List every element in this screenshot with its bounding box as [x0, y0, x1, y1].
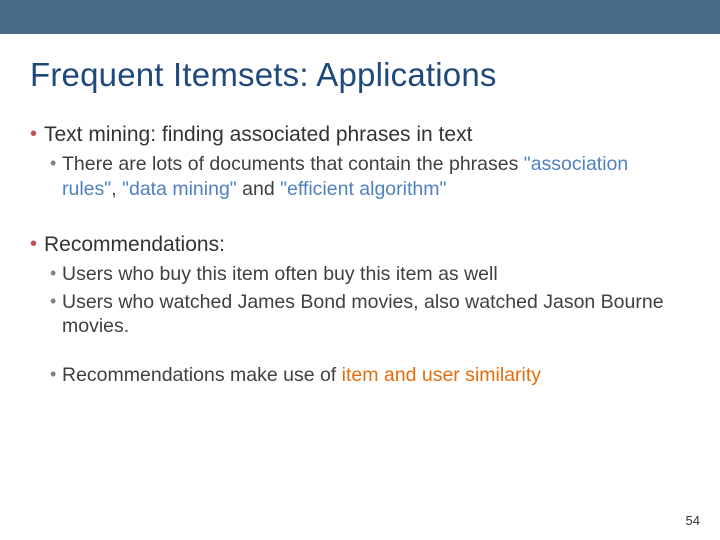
highlight-similarity: item and user similarity — [342, 364, 541, 386]
highlight-phrase: "efficient algorithm" — [280, 178, 446, 200]
slide-body: Text mining: finding associated phrases … — [0, 94, 720, 388]
text-run: Recommendations make use of — [62, 364, 342, 386]
subbullet-phrases: There are lots of documents that contain… — [30, 152, 680, 201]
text-run: There are lots of documents that contain… — [62, 153, 524, 175]
subbullet-similarity: Recommendations make use of item and use… — [30, 363, 680, 387]
slide-title: Frequent Itemsets: Applications — [0, 34, 720, 94]
header-band — [0, 0, 720, 34]
bullet-text: Recommendations: — [44, 233, 225, 256]
bullet-recommendations: Recommendations: — [30, 232, 680, 258]
subbullet-buy: Users who buy this item often buy this i… — [30, 262, 680, 286]
text-run: and — [237, 178, 280, 200]
bullet-text-mining: Text mining: finding associated phrases … — [30, 122, 680, 148]
text-run: , — [111, 178, 122, 200]
text-run: Users who buy this item often buy this i… — [62, 263, 498, 285]
page-number: 54 — [686, 513, 700, 528]
highlight-phrase: "data mining" — [122, 178, 237, 200]
bullet-text: Text mining: finding associated phrases … — [44, 123, 472, 146]
text-run: Users who watched James Bond movies, als… — [62, 291, 664, 337]
subbullet-watch: Users who watched James Bond movies, als… — [30, 290, 680, 339]
